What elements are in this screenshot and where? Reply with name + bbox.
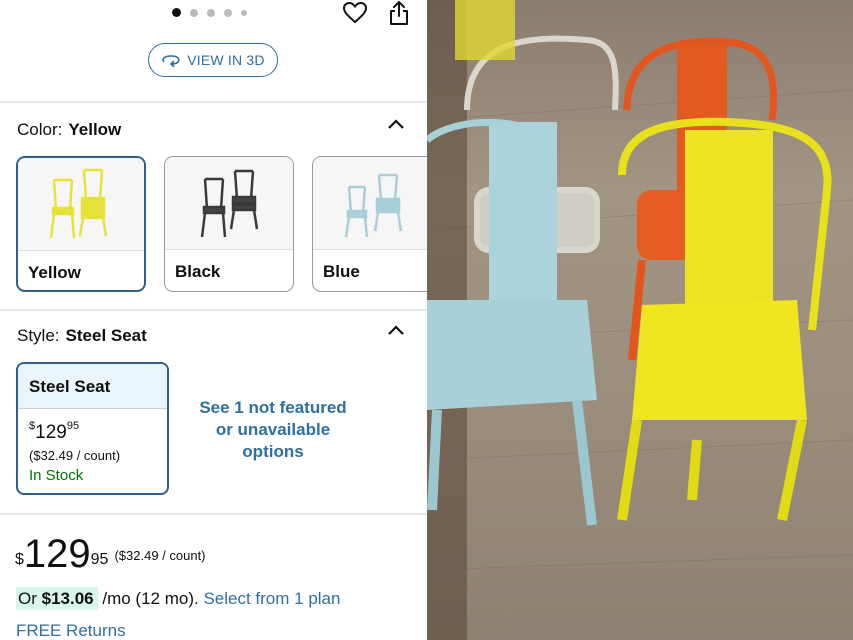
style-option-steel-seat[interactable]: Steel Seat $12995 ($32.49 / count) In St… (16, 362, 169, 495)
divider (0, 101, 427, 103)
pager-dot[interactable] (224, 8, 232, 17)
swatch-label: Blue (323, 262, 360, 281)
free-returns-link[interactable]: FREE Returns (16, 621, 126, 640)
pager-dot[interactable] (190, 8, 198, 17)
image-pager-dots[interactable] (172, 8, 247, 17)
heart-icon[interactable] (342, 1, 368, 25)
swatch-label: Black (175, 262, 221, 281)
chairs-photo (427, 0, 853, 640)
view-in-3d-label: VIEW IN 3D (187, 52, 265, 68)
availability-status: In Stock (29, 467, 84, 484)
swatch-label: Yellow (28, 263, 81, 282)
product-photo[interactable] (427, 0, 853, 640)
color-option-blue[interactable]: Blue (312, 156, 427, 292)
black-chairs-thumbnail (165, 157, 293, 249)
pager-dot[interactable] (172, 8, 181, 17)
swatch-separator (165, 249, 293, 250)
monthly-amount: $13.06 (41, 589, 94, 608)
color-section-label: Color: Yellow (17, 120, 121, 140)
style-option-separator (18, 408, 167, 409)
style-section-label: Style: Steel Seat (17, 326, 147, 346)
color-label: Color: (17, 120, 63, 139)
style-label: Style: (17, 326, 60, 345)
currency-symbol: $ (15, 551, 24, 568)
swatch-separator (313, 249, 427, 250)
chevron-up-icon[interactable] (387, 118, 405, 130)
divider (0, 309, 427, 311)
divider (0, 513, 427, 515)
financing-offer: Or $13.06 /mo (12 mo). Select from 1 pla… (16, 587, 340, 610)
price-fraction: 95 (90, 551, 109, 568)
color-option-black[interactable]: Black (164, 156, 294, 292)
price-fraction: 95 (66, 420, 80, 432)
price-whole: 129 (35, 422, 67, 443)
color-option-yellow[interactable]: Yellow (16, 156, 146, 292)
style-option-name: Steel Seat (29, 377, 111, 396)
product-price: $12995 ($32.49 / count) (15, 532, 206, 578)
chevron-up-icon[interactable] (387, 324, 405, 336)
blue-chairs-thumbnail (313, 157, 427, 249)
unit-price: ($32.49 / count) (114, 548, 206, 564)
swatch-separator (18, 250, 144, 251)
style-option-unit-price: ($32.49 / count) (29, 448, 121, 463)
financing-prefix: Or (18, 589, 37, 608)
monthly-payment-highlight: Or $13.06 (16, 587, 98, 610)
rotate-3d-icon (162, 55, 180, 67)
style-selected-value: Steel Seat (65, 326, 147, 345)
yellow-chair (617, 117, 832, 521)
yellow-chairs-thumbnail (18, 158, 144, 250)
financing-terms: /mo (12 mo). (102, 589, 199, 608)
see-unavailable-options-link[interactable]: See 1 not featured or unavailable option… (190, 397, 356, 463)
view-in-3d-button[interactable]: VIEW IN 3D (148, 43, 278, 77)
price-whole: 129 (23, 532, 91, 576)
pager-dot[interactable] (241, 9, 247, 16)
pager-dot[interactable] (207, 8, 215, 17)
style-option-header: Steel Seat (18, 364, 167, 408)
product-detail-panel: VIEW IN 3D Color: Yellow Yellow Black Bl… (0, 0, 427, 640)
color-selected-value: Yellow (68, 120, 122, 139)
currency-symbol: $ (29, 420, 36, 432)
share-icon[interactable] (388, 0, 410, 26)
select-plan-link[interactable]: Select from 1 plan (203, 589, 340, 608)
style-option-price: $12995 (29, 420, 80, 444)
